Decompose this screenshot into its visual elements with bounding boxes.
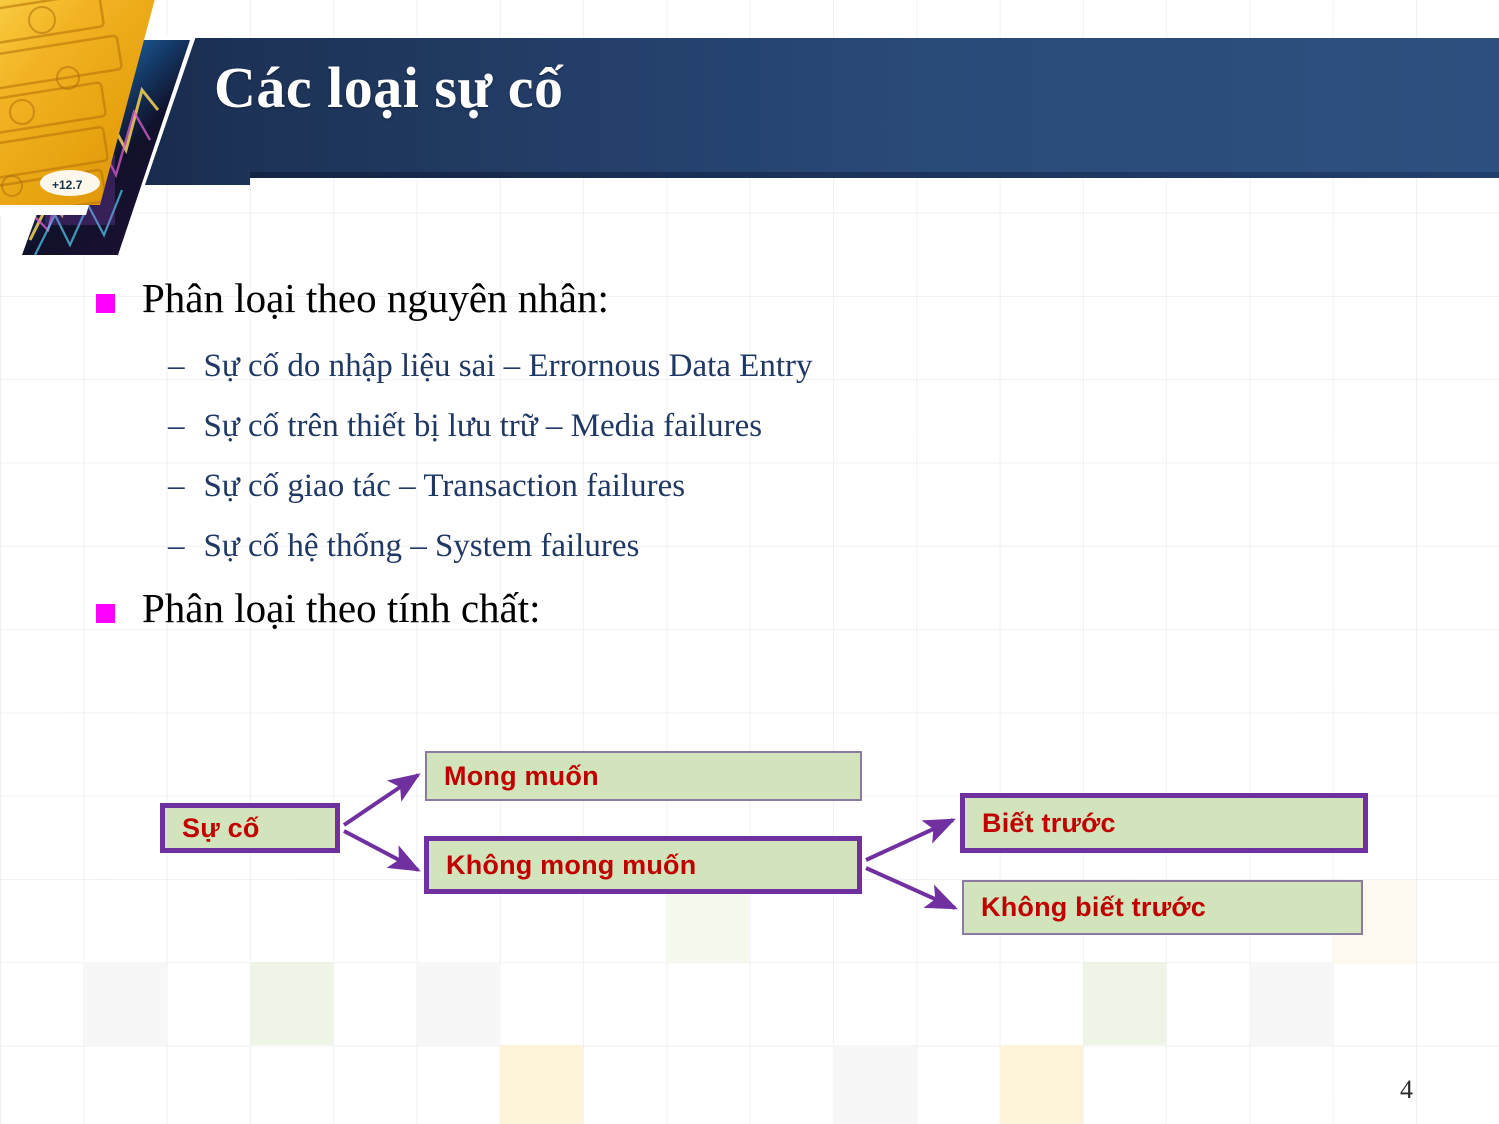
diagram-node-label: Không mong muốn xyxy=(446,849,697,880)
diagram-node-su-co[interactable]: Sự cố xyxy=(160,803,340,853)
diagram-node-mong-muon[interactable]: Mong muốn xyxy=(425,751,862,801)
diagram-node-label: Sự cố xyxy=(182,812,260,843)
diagram-node-biet-truoc[interactable]: Biết trước xyxy=(960,793,1368,853)
diagram-node-label: Mong muốn xyxy=(444,760,599,791)
slide: +12.7 Các loại sự cố Phân loại theo nguy… xyxy=(0,0,1499,1124)
diagram-node-label: Biết trước xyxy=(982,807,1116,838)
classification-diagram: Sự cố Mong muốn Không mong muốn Biết trư… xyxy=(0,0,1499,1124)
page-number: 4 xyxy=(1400,1075,1413,1104)
page-title: Các loại sự cố xyxy=(214,55,564,120)
diagram-node-khong-mong-muon[interactable]: Không mong muốn xyxy=(424,836,862,894)
diagram-node-label: Không biết trước xyxy=(981,892,1206,922)
diagram-node-khong-biet-truoc[interactable]: Không biết trước xyxy=(962,880,1363,935)
